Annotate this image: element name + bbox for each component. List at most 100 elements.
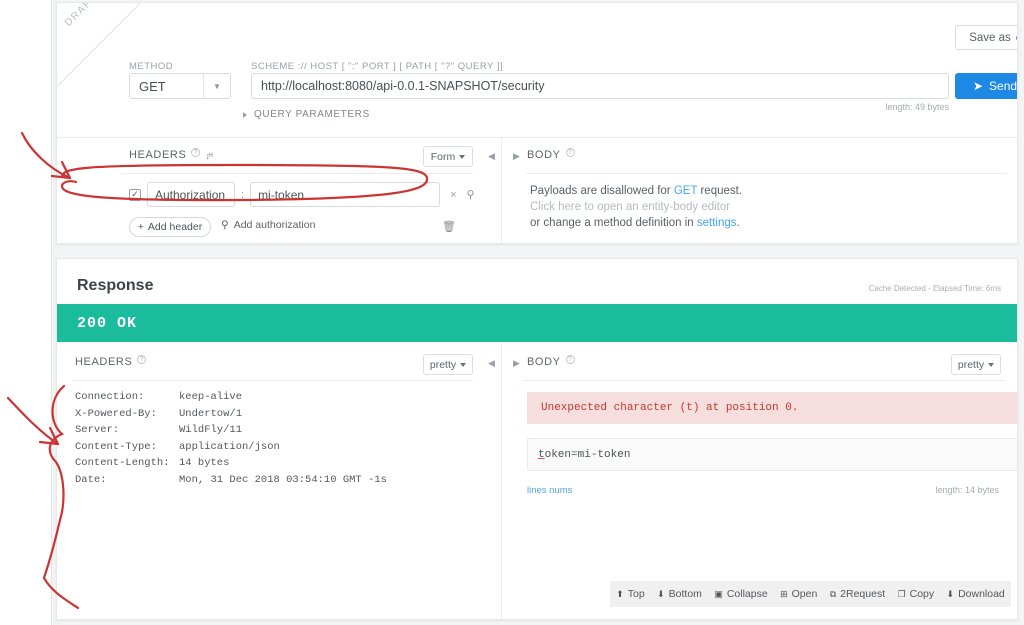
- bottom-icon: ⬇: [657, 588, 665, 599]
- header-name-input[interactable]: Authorization: [147, 182, 235, 207]
- toolbar-button-label: Open: [791, 588, 818, 600]
- gutter-divider: [51, 0, 52, 625]
- header-enabled-checkbox[interactable]: ✓: [129, 188, 141, 201]
- plus-icon: +: [137, 221, 144, 233]
- toolbar-button-label: Top: [627, 588, 645, 600]
- header-entry-value: WildFly/11: [179, 424, 243, 437]
- response-body-underline: [523, 380, 1005, 381]
- header-entry-key: Server:: [75, 424, 120, 437]
- pretty-label: pretty: [429, 358, 457, 371]
- pane-collapse-right-icon[interactable]: ▶: [513, 151, 520, 162]
- method-select[interactable]: GET ▼: [129, 73, 231, 99]
- toolbar-button-label: 2Request: [840, 588, 886, 600]
- header-separator: :: [241, 188, 245, 201]
- add-authorization-label: Add authorization: [233, 219, 316, 231]
- send-group[interactable]: ➤ Send ▼: [955, 73, 1018, 99]
- request-body-underline: [525, 173, 1007, 174]
- body-rest: oken=mi-token: [544, 448, 631, 461]
- search-icon[interactable]: ⚲: [467, 188, 475, 201]
- help-icon[interactable]: ?: [137, 354, 147, 364]
- sort-az-icon[interactable]: ↓ ᴴ: [205, 151, 212, 161]
- help-icon[interactable]: ?: [565, 147, 575, 157]
- response-headers-list: Connection: keep-alive X-Powered-By: Undert…: [75, 389, 387, 489]
- toolbar-button-copy[interactable]: ❐ Copy: [898, 588, 935, 600]
- send-label: Send: [989, 79, 1018, 93]
- response-body-pretty-dropdown[interactable]: pretty: [951, 354, 1001, 375]
- add-authorization-button[interactable]: ⚲ Add authorization: [221, 219, 315, 231]
- request-section-divider: [57, 137, 1017, 138]
- request-body-placeholder: Payloads are disallowed for GET request.…: [530, 183, 742, 231]
- body-line-text: or change a method definition in: [530, 217, 697, 229]
- query-parameters-label: QUERY PARAMETERS: [254, 109, 370, 120]
- request-headers-underline: [121, 173, 473, 174]
- toolbar-button-open[interactable]: ⊞ Open: [780, 588, 817, 600]
- toolbar-button-2request[interactable]: ⧉ 2Request: [830, 588, 885, 600]
- method-value: GET: [139, 78, 166, 94]
- body-line-text: .: [736, 217, 740, 229]
- header-entry: X-Powered-By: Undertow/1: [75, 406, 387, 423]
- send-button[interactable]: ➤ Send: [955, 73, 1018, 99]
- error-char: t: [538, 448, 545, 461]
- header-entry-key: Connection:: [75, 391, 145, 403]
- response-headers-pretty-dropdown[interactable]: pretty: [423, 354, 473, 375]
- body-line-text: request.: [697, 185, 743, 197]
- request-body-label: BODY: [527, 149, 561, 161]
- help-icon[interactable]: ?: [191, 147, 201, 157]
- save-as-button[interactable]: Save as: [956, 26, 1017, 49]
- request-column-divider: [501, 137, 502, 243]
- draft-ribbon-label: DRAFT: [63, 3, 100, 29]
- response-body-content[interactable]: token=mi-token: [527, 438, 1017, 471]
- add-header-button[interactable]: + Add header: [129, 217, 211, 237]
- pretty-label: pretty: [957, 358, 985, 371]
- body-line-text: Payloads are disallowed for: [530, 185, 674, 197]
- help-icon[interactable]: ?: [565, 354, 575, 364]
- add-header-label: Add header: [147, 221, 203, 233]
- chevron-down-icon[interactable]: ▼: [204, 82, 230, 91]
- pane-collapse-right-icon[interactable]: ▶: [513, 358, 520, 369]
- chevron-right-icon: [243, 111, 247, 118]
- download-icon: ⬇: [946, 588, 955, 599]
- close-icon[interactable]: ×: [450, 189, 456, 201]
- form-dropdown[interactable]: Form: [423, 146, 473, 167]
- copy-icon: ❐: [897, 588, 906, 599]
- paper-plane-icon: ➤: [972, 79, 984, 93]
- url-label: SCHEME :// HOST [ ":" PORT ] [ PATH [ "?…: [251, 61, 504, 72]
- response-headers-underline: [73, 380, 473, 381]
- toolbar-button-top[interactable]: ⬆ Top: [616, 588, 644, 600]
- toolbar-button-download[interactable]: ⬇ Download: [947, 588, 1005, 600]
- header-entry: Date: Mon, 31 Dec 2018 03:54:10 GMT -1s: [75, 472, 387, 489]
- header-entry: Content-Type: application/json: [75, 439, 387, 456]
- save-as-label: Save as: [969, 31, 1011, 44]
- header-entry-key: Content-Type:: [75, 440, 157, 453]
- response-headers-title: HEADERS ?: [75, 354, 147, 368]
- cache-info-text: Cache Detected - Elapsed Time: 6ms: [868, 284, 1001, 293]
- header-entry-value: 14 bytes: [179, 457, 230, 470]
- header-entry-value: keep-alive: [179, 391, 243, 403]
- chevron-down-icon: [460, 362, 467, 367]
- header-value-input[interactable]: mi-token: [250, 182, 441, 207]
- request-headers-label: HEADERS: [129, 149, 187, 161]
- toolbar-button-bottom[interactable]: ⬇ Bottom: [657, 588, 702, 600]
- body-line[interactable]: Click here to open an entity-body editor: [530, 199, 742, 215]
- query-parameters-toggle[interactable]: QUERY PARAMETERS: [243, 109, 370, 120]
- request-body-title: BODY ?: [527, 147, 575, 161]
- toolbar-button-collapse[interactable]: ▣ Collapse: [714, 588, 767, 600]
- delete-headers-icon[interactable]: 🗑: [442, 220, 456, 233]
- url-input[interactable]: http://localhost:8080/api-0.0.1-SNAPSHOT…: [251, 73, 949, 99]
- header-entry-key: Date:: [75, 473, 107, 486]
- pane-collapse-left-icon[interactable]: ◀: [488, 151, 495, 162]
- get-link[interactable]: GET: [674, 185, 697, 197]
- response-body-text: token=mi-token: [538, 449, 630, 461]
- settings-link[interactable]: settings: [697, 217, 737, 229]
- lines-nums-link[interactable]: lines nums: [527, 485, 572, 496]
- url-length-text: length: 49 bytes: [885, 102, 949, 112]
- save-as-group[interactable]: Save as ▼: [955, 25, 1017, 50]
- header-entry-value: application/json: [179, 440, 280, 453]
- error-message: Unexpected character (t) at position 0.: [541, 402, 799, 414]
- response-column-divider: [501, 342, 502, 619]
- pane-collapse-left-icon[interactable]: ◀: [488, 358, 495, 369]
- collapse-icon: ▣: [714, 588, 723, 599]
- unsaved-dot-icon: [1015, 34, 1017, 41]
- error-banner: Unexpected character (t) at position 0.: [527, 392, 1017, 424]
- request-headers-title: HEADERS ? ↓ ᴴ: [129, 147, 213, 161]
